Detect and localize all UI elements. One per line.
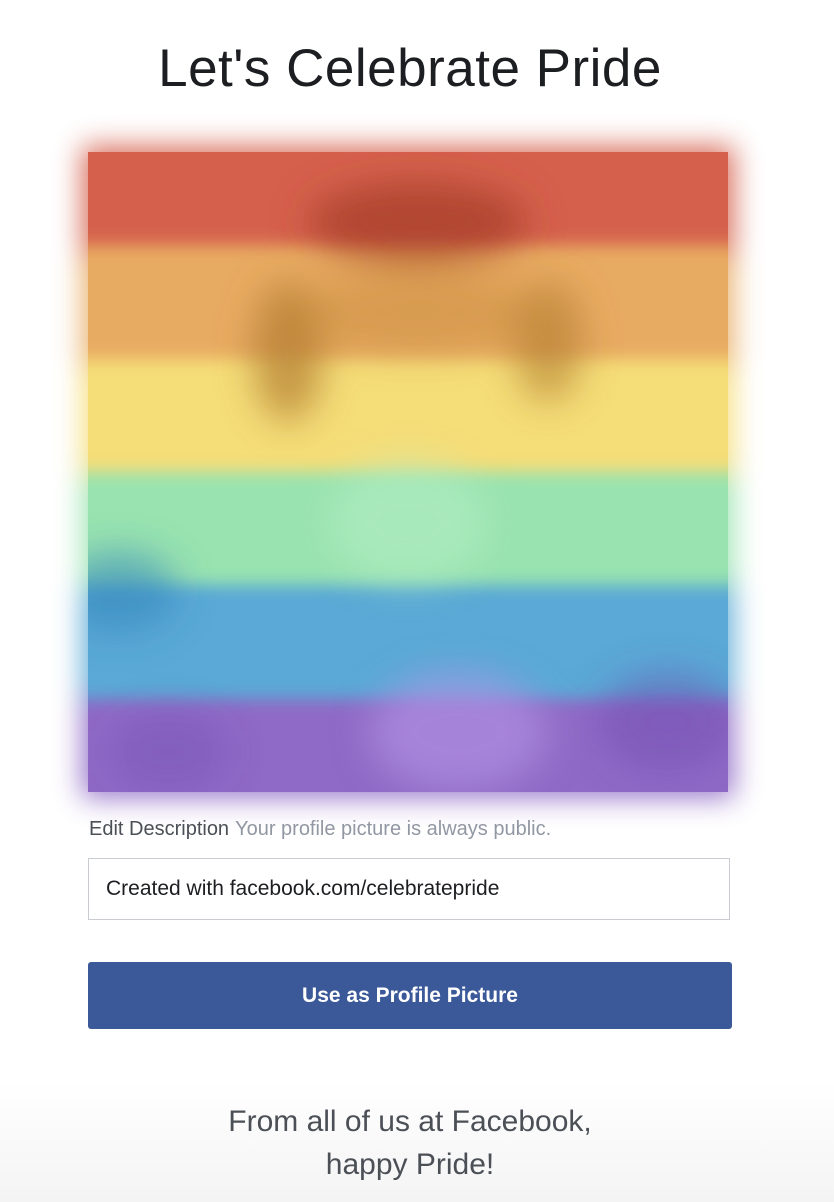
use-as-profile-picture-button[interactable]: Use as Profile Picture: [88, 962, 732, 1029]
page-title: Let's Celebrate Pride: [158, 39, 662, 98]
edit-description-label[interactable]: Edit Description: [89, 818, 229, 840]
profile-photo-preview: [82, 146, 734, 798]
description-input[interactable]: [88, 858, 730, 920]
blurred-portrait-shapes: [88, 182, 728, 792]
privacy-note: Your profile picture is always public.: [235, 818, 552, 840]
pride-profile-page: Let's Celebrate Pride Edit Description Y…: [0, 0, 834, 1202]
footer-line-2: happy Pride!: [325, 1148, 495, 1181]
footer-line-1: From all of us at Facebook,: [228, 1105, 592, 1138]
footer-message: From all of us at Facebook, happy Pride!: [0, 1100, 820, 1186]
description-row: Edit Description Your profile picture is …: [89, 818, 551, 841]
rainbow-overlay-photo: [88, 152, 728, 792]
